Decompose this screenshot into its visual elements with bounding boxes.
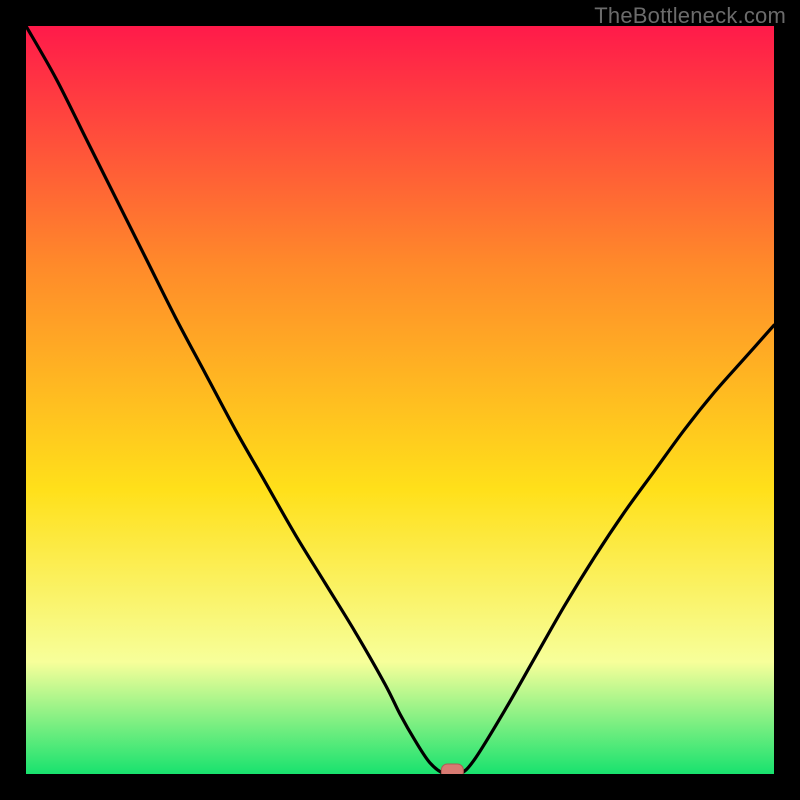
bottleneck-chart [26,26,774,774]
optimum-marker [441,764,463,774]
gradient-background [26,26,774,774]
plot-area [26,26,774,774]
chart-frame: TheBottleneck.com [0,0,800,800]
